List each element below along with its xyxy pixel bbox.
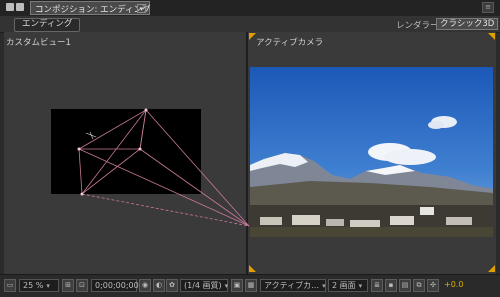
show-snapshot-icon[interactable]: ◐ <box>153 279 165 292</box>
snapshot-icon[interactable]: ◉ <box>139 279 151 292</box>
panel-title-bar: コンポジション: エンディング ▾ × ≡ <box>0 0 500 16</box>
flowchart-icon[interactable]: ⧉ <box>413 279 425 292</box>
view-layout-value: 2 画面 <box>332 281 356 290</box>
corner-mark-icon <box>488 33 495 40</box>
close-icon[interactable]: × <box>141 2 148 11</box>
panel-menu-icon[interactable]: ≡ <box>482 2 494 13</box>
active-camera-title: アクティブカメラ <box>256 38 324 48</box>
camera-value: アクティブカ… <box>264 281 320 290</box>
channel-icon[interactable]: ✿ <box>166 279 178 292</box>
lock-icon[interactable] <box>6 3 28 13</box>
corner-mark-icon <box>488 265 495 272</box>
exposure-reset-icon[interactable]: ✣ <box>427 279 439 292</box>
viewer-toolbar: ▭ 25 % ⊞ ⊡ 0;00;00;00 ◉ ◐ ✿ (1/4 画質) ▣ ▦… <box>0 274 500 297</box>
breadcrumb[interactable]: エンディング <box>14 18 81 32</box>
transparency-grid-icon[interactable]: ▦ <box>245 279 257 292</box>
fast-previews-icon[interactable]: ▪ <box>385 279 397 292</box>
renderer-button[interactable]: クラシック3D <box>436 18 499 30</box>
resolution-dropdown[interactable]: (1/4 画質) <box>180 279 228 292</box>
safe-margins-icon[interactable]: ⊡ <box>76 279 88 292</box>
timeline-icon[interactable]: ▤ <box>399 279 411 292</box>
composition-tab-label: コンポジション: エンディング <box>35 5 151 15</box>
corner-mark-icon <box>249 33 256 40</box>
fit-icon[interactable]: ⊞ <box>62 279 74 292</box>
zoom-value: 25 % <box>23 281 44 290</box>
corner-mark-icon <box>249 265 256 272</box>
region-of-interest-icon[interactable]: ▣ <box>231 279 243 292</box>
resolution-value: (1/4 画質) <box>184 281 222 290</box>
view-layout-dropdown[interactable]: 2 画面 <box>328 279 368 292</box>
exposure-value[interactable]: +0.0 <box>441 279 465 292</box>
camera-dropdown[interactable]: アクティブカ… <box>260 279 326 292</box>
toggle-pixel-aspect-icon[interactable]: ≣ <box>371 279 383 292</box>
timecode-field[interactable]: 0;00;00;00 <box>91 279 139 292</box>
composition-navigator-bar: エンディング レンダラー： クラシック3D <box>0 16 500 33</box>
landscape-image <box>250 67 493 237</box>
custom-view-title: カスタムビュー1 <box>6 38 71 48</box>
composition-frame[interactable] <box>51 109 201 194</box>
tab-composition[interactable]: コンポジション: エンディング ▾ <box>30 1 150 15</box>
always-preview-icon[interactable]: ▭ <box>4 279 16 292</box>
zoom-dropdown[interactable]: 25 % <box>19 279 59 292</box>
